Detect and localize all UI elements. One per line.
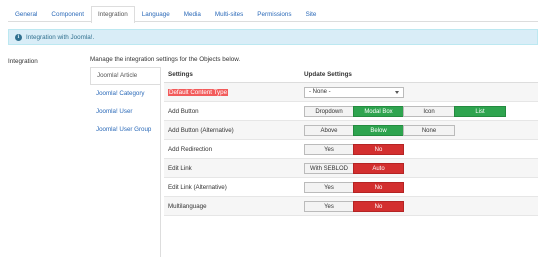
row-label: Edit Link: [168, 164, 192, 172]
add-redirection-options: Yes No: [304, 143, 404, 155]
add-button-options: Dropdown Modal Box Icon List: [304, 105, 506, 117]
tab-multi-sites[interactable]: Multi-sites: [208, 6, 250, 22]
option-below-button[interactable]: Below: [353, 124, 404, 136]
section-label: Integration: [8, 58, 38, 65]
option-no-button[interactable]: No: [353, 143, 404, 155]
option-with-seblod-button[interactable]: With SEBLOD: [304, 162, 354, 174]
alert-text: Integration with Joomla!.: [26, 33, 95, 41]
table-row: Default Content Type - None -: [164, 83, 538, 102]
edit-link-alternative-options: Yes No: [304, 181, 404, 193]
option-dropdown-button[interactable]: Dropdown: [304, 105, 354, 117]
option-modal-box-button[interactable]: Modal Box: [353, 105, 404, 117]
tab-media[interactable]: Media: [177, 6, 208, 22]
subnav-item-joomla-user[interactable]: Joomla! User: [90, 103, 160, 121]
subnav-item-joomla-user-group[interactable]: Joomla! User Group: [90, 121, 160, 139]
option-none-button[interactable]: None: [403, 124, 455, 136]
subnav-item-joomla-category[interactable]: Joomla! Category: [90, 85, 160, 103]
option-list-button[interactable]: List: [454, 105, 506, 117]
edit-link-options: With SEBLOD Auto: [304, 162, 404, 174]
info-alert: i Integration with Joomla!.: [8, 29, 538, 45]
table-row: Edit Link (Alternative) Yes No: [164, 178, 538, 197]
row-label: Multilanguage: [168, 202, 207, 210]
option-yes-button[interactable]: Yes: [304, 200, 354, 212]
object-subnav: Joomla! Article Joomla! Category Joomla!…: [90, 67, 160, 139]
option-no-button[interactable]: No: [353, 181, 404, 193]
table-row: Add Redirection Yes No: [164, 140, 538, 159]
add-button-alternative-options: Above Below None: [304, 124, 455, 136]
option-yes-button[interactable]: Yes: [304, 143, 354, 155]
row-label: Edit Link (Alternative): [168, 183, 227, 191]
tab-component[interactable]: Component: [44, 6, 91, 22]
table-header: Settings Update Settings: [164, 67, 538, 83]
subnav-divider: [160, 67, 161, 257]
select-value: - None -: [309, 89, 331, 95]
header-update-settings: Update Settings: [304, 71, 352, 78]
header-settings: Settings: [168, 71, 193, 78]
table-row: Add Button Dropdown Modal Box Icon List: [164, 102, 538, 121]
tab-language[interactable]: Language: [135, 6, 177, 22]
row-label: Add Button (Alternative): [168, 126, 234, 134]
option-auto-button[interactable]: Auto: [353, 162, 404, 174]
option-icon-button[interactable]: Icon: [403, 105, 455, 117]
table-row: Add Button (Alternative) Above Below Non…: [164, 121, 538, 140]
tab-integration[interactable]: Integration: [90, 6, 135, 23]
subnav-item-joomla-article[interactable]: Joomla! Article: [90, 67, 160, 85]
option-no-button[interactable]: No: [353, 200, 404, 212]
option-yes-button[interactable]: Yes: [304, 181, 354, 193]
table-row: Multilanguage Yes No: [164, 197, 538, 216]
row-label: Add Redirection: [168, 145, 213, 153]
info-icon: i: [15, 33, 22, 41]
row-label: Add Button: [168, 107, 199, 115]
default-content-type-select[interactable]: - None -: [304, 86, 404, 98]
chevron-down-icon: [395, 90, 399, 94]
tab-permissions[interactable]: Permissions: [250, 6, 298, 22]
row-label: Default Content Type: [164, 88, 304, 96]
option-above-button[interactable]: Above: [304, 124, 354, 136]
table-row: Edit Link With SEBLOD Auto: [164, 159, 538, 178]
settings-tabs: General Component Integration Language M…: [8, 6, 538, 23]
settings-table: Settings Update Settings Default Content…: [164, 67, 538, 216]
tab-general[interactable]: General: [8, 6, 44, 22]
multilanguage-options: Yes No: [304, 200, 404, 212]
default-content-type-label: Default Content Type: [168, 88, 229, 96]
tab-site[interactable]: Site: [299, 6, 324, 22]
section-description: Manage the integration settings for the …: [90, 56, 241, 63]
